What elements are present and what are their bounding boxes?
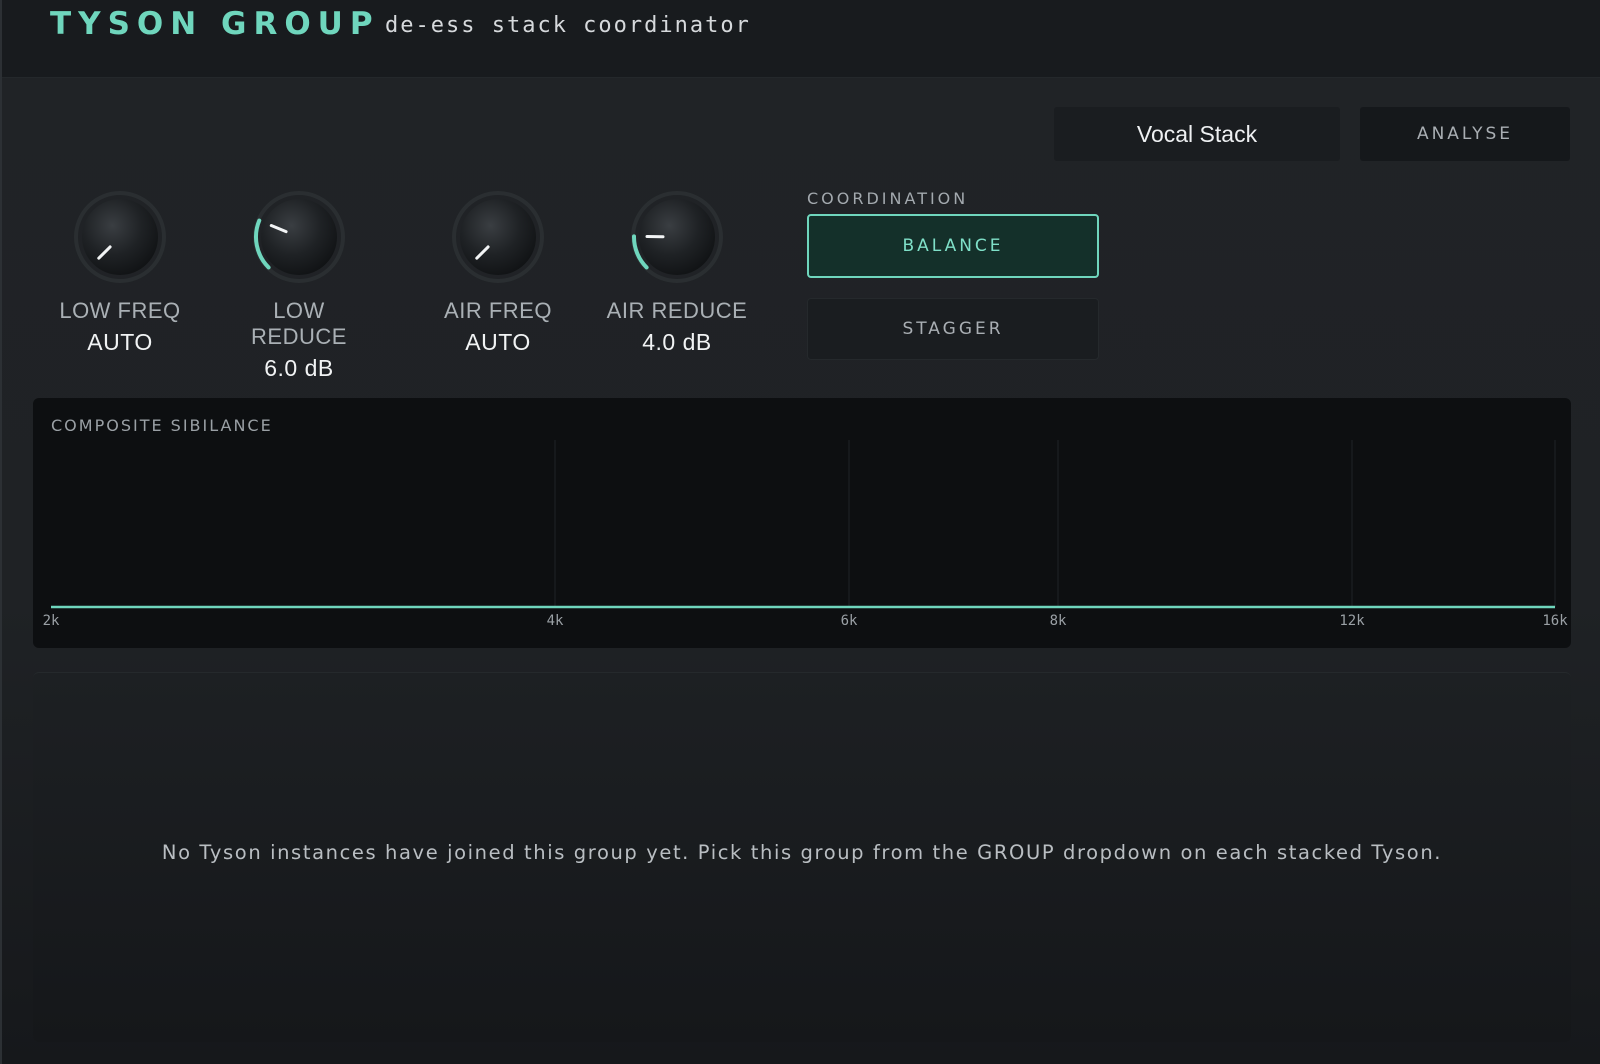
brand-subtitle: de-ess stack coordinator: [385, 13, 751, 38]
plugin-window: TYSON GROUP de-ess stack coordinator Voc…: [0, 0, 1600, 1064]
spectrum-tick-label: 2k: [43, 613, 60, 629]
knob-value: 4.0 dB: [642, 329, 712, 355]
knob-label: LOW FREQ: [59, 298, 181, 323]
composite-sibilance-display: COMPOSITE SIBILANCE 2k 4k 6k 8k 12k 16k: [33, 398, 1571, 648]
stagger-mode-button[interactable]: STAGGER: [807, 298, 1099, 360]
knob-graphic: [631, 191, 723, 283]
knob-value: AUTO: [465, 329, 531, 355]
spectrum-tick-label: 8k: [1050, 613, 1067, 629]
knob-air-reduce: AIR REDUCE 4.0 dB: [602, 190, 752, 356]
brand-title: TYSON GROUP: [50, 6, 380, 42]
knob-label: LOW REDUCE: [251, 298, 347, 349]
knob-label: AIR REDUCE: [606, 298, 748, 323]
knob-value: 6.0 dB: [264, 355, 334, 381]
knob-graphic: [74, 191, 166, 283]
knob-value: AUTO: [87, 329, 153, 355]
low-freq-knob[interactable]: [73, 190, 167, 284]
group-name-field[interactable]: Vocal Stack: [1054, 107, 1340, 161]
analyse-button[interactable]: ANALYSE: [1360, 107, 1570, 161]
knob-graphic: [452, 191, 544, 283]
spectrum-tick-label: 6k: [841, 613, 858, 629]
spectrum-tick-label: 4k: [547, 613, 564, 629]
knob-label: AIR FREQ: [444, 298, 552, 323]
air-freq-knob[interactable]: [451, 190, 545, 284]
spectrum-tick-label: 16k: [1542, 613, 1568, 629]
balance-mode-button[interactable]: BALANCE: [807, 214, 1099, 278]
knob-low-reduce: LOW REDUCE 6.0 dB: [224, 190, 374, 382]
spectrum-plot: 2k 4k 6k 8k 12k 16k: [43, 440, 1568, 629]
coordination-label: COORDINATION: [807, 189, 969, 208]
spectrum-tick-label: 12k: [1339, 613, 1365, 629]
knob-air-freq: AIR FREQ AUTO: [423, 190, 573, 356]
air-reduce-knob[interactable]: [630, 190, 724, 284]
knob-graphic: [253, 191, 345, 283]
knob-low-freq: LOW FREQ AUTO: [45, 190, 195, 356]
member-list-panel: No Tyson instances have joined this grou…: [33, 672, 1571, 1042]
header-bar: TYSON GROUP de-ess stack coordinator: [2, 0, 1600, 78]
low-reduce-knob[interactable]: [252, 190, 346, 284]
empty-state-message: No Tyson instances have joined this grou…: [161, 841, 1443, 864]
